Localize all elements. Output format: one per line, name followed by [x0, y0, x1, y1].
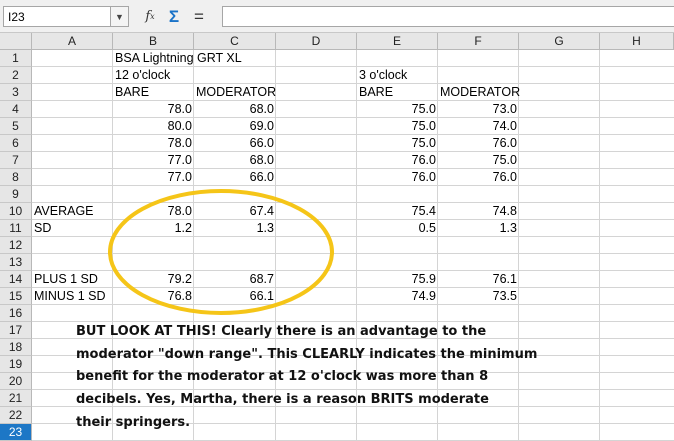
- cell-minus-value[interactable]: 74.9: [359, 288, 436, 305]
- cell-plus-value[interactable]: 79.2: [115, 271, 192, 288]
- row-header-23[interactable]: 23: [0, 424, 32, 441]
- cell-sd-value[interactable]: 1.3: [440, 220, 517, 237]
- name-box-value: I23: [8, 10, 25, 24]
- cell-label-average[interactable]: AVERAGE: [34, 203, 94, 220]
- column-header-e[interactable]: E: [357, 33, 438, 50]
- cell-minus-value[interactable]: 66.1: [196, 288, 274, 305]
- row-header-11[interactable]: 11: [0, 220, 32, 237]
- column-header-d[interactable]: D: [276, 33, 357, 50]
- cell-value[interactable]: 80.0: [115, 118, 192, 135]
- cell-plus-value[interactable]: 76.1: [440, 271, 517, 288]
- cell-value[interactable]: 68.0: [196, 152, 274, 169]
- gridline: [32, 253, 674, 254]
- select-all-corner[interactable]: [0, 33, 32, 50]
- row-header-21[interactable]: 21: [0, 390, 32, 407]
- cell-header-bare[interactable]: BARE: [115, 84, 149, 101]
- cell-value[interactable]: 69.0: [196, 118, 274, 135]
- annotation-line: moderator "down range". This CLEARLY ind…: [76, 346, 538, 362]
- sigma-icon[interactable]: Σ: [163, 6, 185, 27]
- row-header-14[interactable]: 14: [0, 271, 32, 288]
- cell-header-bare[interactable]: BARE: [359, 84, 393, 101]
- row-header-7[interactable]: 7: [0, 152, 32, 169]
- row-header-15[interactable]: 15: [0, 288, 32, 305]
- cell-value[interactable]: 75.0: [440, 152, 517, 169]
- column-header-g[interactable]: G: [519, 33, 600, 50]
- annotation-line: their springers.: [76, 414, 191, 430]
- cell-header-moderator[interactable]: MODERATOR: [440, 84, 520, 101]
- column-header-b[interactable]: B: [113, 33, 194, 50]
- cell-minus-value[interactable]: 76.8: [115, 288, 192, 305]
- cell-value[interactable]: 75.0: [359, 118, 436, 135]
- row-header-16[interactable]: 16: [0, 305, 32, 322]
- row-header-1[interactable]: 1: [0, 50, 32, 67]
- cell-average-value[interactable]: 74.8: [440, 203, 517, 220]
- row-header-13[interactable]: 13: [0, 254, 32, 271]
- cell-value[interactable]: 76.0: [359, 152, 436, 169]
- cell-label-sd[interactable]: SD: [34, 220, 51, 237]
- formula-input[interactable]: [222, 6, 674, 27]
- cell-average-value[interactable]: 75.4: [359, 203, 436, 220]
- row-header-4[interactable]: 4: [0, 101, 32, 118]
- formula-bar: I23 ▼ fx Σ =: [0, 0, 674, 33]
- row-header-18[interactable]: 18: [0, 339, 32, 356]
- cell-value[interactable]: 77.0: [115, 152, 192, 169]
- cell-label-plus[interactable]: PLUS 1 SD: [34, 271, 98, 288]
- name-box[interactable]: I23 ▼: [3, 6, 129, 27]
- column-header-c[interactable]: C: [194, 33, 276, 50]
- cell-value[interactable]: 66.0: [196, 169, 274, 186]
- column-header-f[interactable]: F: [438, 33, 519, 50]
- cell-plus-value[interactable]: 75.9: [359, 271, 436, 288]
- annotation-line: BUT LOOK AT THIS! Clearly there is an ad…: [76, 324, 487, 339]
- cell-label-minus[interactable]: MINUS 1 SD: [34, 288, 106, 305]
- cell-average-value[interactable]: 67.4: [196, 203, 274, 220]
- cell-value[interactable]: 75.0: [359, 135, 436, 152]
- row-header-9[interactable]: 9: [0, 186, 32, 203]
- cell-sd-value[interactable]: 1.2: [115, 220, 192, 237]
- annotation-note: BUT LOOK AT THIS! Clearly there is an ad…: [76, 321, 596, 435]
- cell-header-moderator[interactable]: MODERATOR: [196, 84, 276, 101]
- cell-value[interactable]: 76.0: [359, 169, 436, 186]
- annotation-line: benefit for the moderator at 12 o'clock …: [76, 369, 489, 385]
- row-header-20[interactable]: 20: [0, 373, 32, 390]
- cell-sd-value[interactable]: 1.3: [196, 220, 274, 237]
- cell-value[interactable]: 75.0: [359, 101, 436, 118]
- row-header-12[interactable]: 12: [0, 237, 32, 254]
- annotation-line: decibels. Yes, Martha, there is a reason…: [76, 392, 489, 408]
- row-header-2[interactable]: 2: [0, 67, 32, 84]
- cell-group-3[interactable]: 3 o'clock: [359, 67, 407, 84]
- row-header-22[interactable]: 22: [0, 407, 32, 424]
- cell-value[interactable]: 74.0: [440, 118, 517, 135]
- row-header-19[interactable]: 19: [0, 356, 32, 373]
- row-header-10[interactable]: 10: [0, 203, 32, 220]
- cell-value[interactable]: 73.0: [440, 101, 517, 118]
- column-header-h[interactable]: H: [600, 33, 674, 50]
- cell-value[interactable]: 78.0: [115, 135, 192, 152]
- cell-minus-value[interactable]: 73.5: [440, 288, 517, 305]
- cell-title[interactable]: BSA Lightning GRT XL: [115, 50, 242, 67]
- fx-icon[interactable]: fx: [139, 6, 161, 27]
- cell-value[interactable]: 77.0: [115, 169, 192, 186]
- cell-sd-value[interactable]: 0.5: [359, 220, 436, 237]
- cell-value[interactable]: 66.0: [196, 135, 274, 152]
- column-header-a[interactable]: A: [32, 33, 113, 50]
- cell-value[interactable]: 76.0: [440, 135, 517, 152]
- row-header-3[interactable]: 3: [0, 84, 32, 101]
- row-header-5[interactable]: 5: [0, 118, 32, 135]
- cell-average-value[interactable]: 78.0: [115, 203, 192, 220]
- equals-icon[interactable]: =: [188, 6, 210, 27]
- gridline: [599, 50, 600, 441]
- cell-plus-value[interactable]: 68.7: [196, 271, 274, 288]
- cell-value[interactable]: 76.0: [440, 169, 517, 186]
- cell-value[interactable]: 78.0: [115, 101, 192, 118]
- row-header-17[interactable]: 17: [0, 322, 32, 339]
- row-header-8[interactable]: 8: [0, 169, 32, 186]
- chevron-down-icon[interactable]: ▼: [110, 7, 128, 26]
- cell-group-12[interactable]: 12 o'clock: [115, 67, 170, 84]
- row-header-6[interactable]: 6: [0, 135, 32, 152]
- cell-value[interactable]: 68.0: [196, 101, 274, 118]
